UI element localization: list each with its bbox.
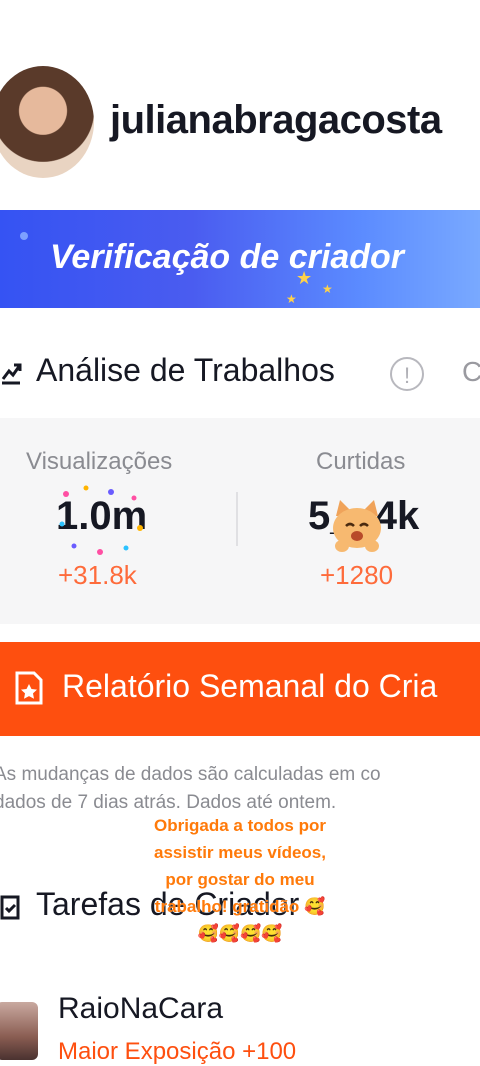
trend-chart-icon xyxy=(1,363,22,385)
caption-line: por gostar do meu xyxy=(165,870,315,889)
data-note-line1: As mudanças de dados são calculadas em c… xyxy=(0,764,381,785)
banner-title: Verificação de criador xyxy=(50,238,405,276)
stats-divider xyxy=(236,492,238,546)
caption-line: assistir meus vídeos, xyxy=(154,843,326,862)
profile-username: julianabragacosta xyxy=(110,98,442,142)
cat-sticker-icon xyxy=(333,500,381,552)
task-calendar-icon xyxy=(0,895,20,920)
task-thumbnail[interactable] xyxy=(0,1002,38,1060)
decor-dot xyxy=(20,232,28,240)
sparkle-icon: ★ xyxy=(322,282,333,296)
task-name[interactable]: RaioNaCara xyxy=(58,992,223,1026)
video-caption-overlay: Obrigada a todos por assistir meus vídeo… xyxy=(140,812,340,947)
sparkle-icon: ★ xyxy=(286,292,297,306)
truncated-tab-label[interactable]: C xyxy=(462,356,480,388)
analysis-title: Análise de Trabalhos xyxy=(36,352,335,388)
views-label: Visualizações xyxy=(26,448,173,475)
caption-line: trabalho! gratidão 🥰 xyxy=(154,897,326,916)
confetti-sticker-icon xyxy=(59,485,143,555)
caption-line: 🥰🥰🥰🥰 xyxy=(197,924,283,943)
report-document-icon xyxy=(15,671,43,705)
task-reward: Maior Exposição +100 xyxy=(58,1038,297,1065)
views-delta: +31.8k xyxy=(58,560,137,590)
caption-line: Obrigada a todos por xyxy=(154,816,326,835)
likes-delta: +1280 xyxy=(320,560,394,590)
info-icon[interactable]: ! xyxy=(390,357,424,391)
data-note-line2: dados de 7 dias atrás. Dados até ontem. xyxy=(0,792,337,813)
weekly-report-label: Relatório Semanal do Cria xyxy=(62,668,438,704)
avatar[interactable] xyxy=(0,66,94,178)
sparkle-icon: ★ xyxy=(296,268,313,288)
likes-label: Curtidas xyxy=(316,448,406,475)
